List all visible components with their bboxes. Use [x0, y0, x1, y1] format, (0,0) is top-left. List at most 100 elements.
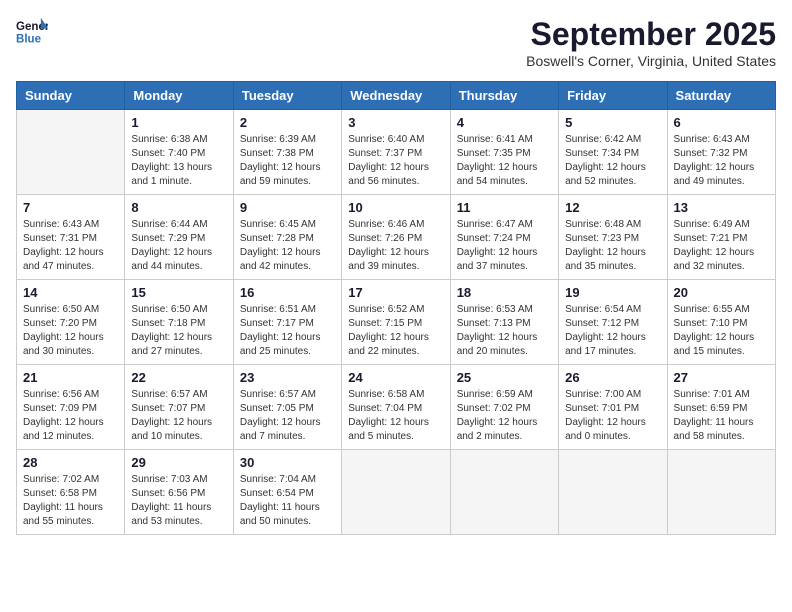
day-number: 24 — [348, 370, 443, 385]
calendar-cell: 6 Sunrise: 6:43 AMSunset: 7:32 PMDaylight… — [667, 110, 775, 195]
calendar-cell: 28 Sunrise: 7:02 AMSunset: 6:58 PMDayligh… — [17, 450, 125, 535]
logo: General Blue — [16, 16, 48, 48]
col-header-sunday: Sunday — [17, 82, 125, 110]
col-header-thursday: Thursday — [450, 82, 558, 110]
calendar-cell: 26Sunrise: 7:00 AMSunset: 7:01 PMDayligh… — [559, 365, 667, 450]
page-header: General Blue September 2025 Boswell's Co… — [16, 16, 776, 69]
day-number: 3 — [348, 115, 443, 130]
calendar-cell — [17, 110, 125, 195]
day-number: 7 — [23, 200, 118, 215]
day-number: 13 — [674, 200, 769, 215]
day-info: Sunrise: 6:56 AMSunset: 7:09 PMDaylight:… — [23, 388, 118, 444]
day-info: Sunrise: 7:04 AMSunset: 6:54 PMDaylight:… — [240, 473, 335, 529]
calendar-cell: 20 Sunrise: 6:55 AMSunset: 7:10 PMDayligh… — [667, 280, 775, 365]
week-row-1: 1Sunrise: 6:38 AMSunset: 7:40 PMDaylight… — [17, 110, 776, 195]
calendar-cell: 12Sunrise: 6:48 AMSunset: 7:23 PMDayligh… — [559, 195, 667, 280]
day-number: 29 — [131, 455, 226, 470]
calendar-cell: 27Sunrise: 7:01 AMSunset: 6:59 PMDayligh… — [667, 365, 775, 450]
col-header-monday: Monday — [125, 82, 233, 110]
calendar-cell: 21 Sunrise: 6:56 AMSunset: 7:09 PMDayligh… — [17, 365, 125, 450]
day-info: Sunrise: 7:03 AMSunset: 6:56 PMDaylight:… — [131, 473, 226, 529]
calendar-cell: 3 Sunrise: 6:40 AMSunset: 7:37 PMDaylight… — [342, 110, 450, 195]
calendar-cell: 9 Sunrise: 6:45 AMSunset: 7:28 PMDaylight… — [233, 195, 341, 280]
calendar-cell: 4 Sunrise: 6:41 AMSunset: 7:35 PMDaylight… — [450, 110, 558, 195]
day-info: Sunrise: 6:41 AMSunset: 7:35 PMDaylight:… — [457, 133, 552, 189]
day-number: 16 — [240, 285, 335, 300]
day-info: Sunrise: 6:44 AMSunset: 7:29 PMDaylight:… — [131, 218, 226, 274]
day-number: 8 — [131, 200, 226, 215]
day-info: Sunrise: 6:57 AMSunset: 7:05 PMDaylight:… — [240, 388, 335, 444]
day-info: Sunrise: 6:59 AMSunset: 7:02 PMDaylight:… — [457, 388, 552, 444]
calendar-cell: 11 Sunrise: 6:47 AMSunset: 7:24 PMDayligh… — [450, 195, 558, 280]
calendar-cell: 1Sunrise: 6:38 AMSunset: 7:40 PMDaylight… — [125, 110, 233, 195]
header-row: SundayMondayTuesdayWednesdayThursdayFrid… — [17, 82, 776, 110]
col-header-saturday: Saturday — [667, 82, 775, 110]
calendar-cell — [342, 450, 450, 535]
calendar-cell: 8 Sunrise: 6:44 AMSunset: 7:29 PMDaylight… — [125, 195, 233, 280]
calendar-cell: 18Sunrise: 6:53 AMSunset: 7:13 PMDayligh… — [450, 280, 558, 365]
calendar-cell: 29 Sunrise: 7:03 AMSunset: 6:56 PMDayligh… — [125, 450, 233, 535]
day-number: 6 — [674, 115, 769, 130]
calendar-cell: 15 Sunrise: 6:50 AMSunset: 7:18 PMDayligh… — [125, 280, 233, 365]
day-info: Sunrise: 6:50 AMSunset: 7:20 PMDaylight:… — [23, 303, 118, 359]
day-number: 9 — [240, 200, 335, 215]
day-number: 22 — [131, 370, 226, 385]
week-row-4: 21 Sunrise: 6:56 AMSunset: 7:09 PMDayligh… — [17, 365, 776, 450]
col-header-tuesday: Tuesday — [233, 82, 341, 110]
calendar-cell — [450, 450, 558, 535]
calendar-cell: 16 Sunrise: 6:51 AMSunset: 7:17 PMDayligh… — [233, 280, 341, 365]
day-number: 20 — [674, 285, 769, 300]
day-info: Sunrise: 7:01 AMSunset: 6:59 PMDaylight:… — [674, 388, 769, 444]
week-row-5: 28 Sunrise: 7:02 AMSunset: 6:58 PMDayligh… — [17, 450, 776, 535]
day-info: Sunrise: 6:43 AMSunset: 7:32 PMDaylight:… — [674, 133, 769, 189]
day-info: Sunrise: 6:39 AMSunset: 7:38 PMDaylight:… — [240, 133, 335, 189]
calendar-cell: 30Sunrise: 7:04 AMSunset: 6:54 PMDayligh… — [233, 450, 341, 535]
day-info: Sunrise: 6:46 AMSunset: 7:26 PMDaylight:… — [348, 218, 443, 274]
day-number: 2 — [240, 115, 335, 130]
day-number: 28 — [23, 455, 118, 470]
day-info: Sunrise: 6:40 AMSunset: 7:37 PMDaylight:… — [348, 133, 443, 189]
calendar-cell: 5 Sunrise: 6:42 AMSunset: 7:34 PMDaylight… — [559, 110, 667, 195]
location-title: Boswell's Corner, Virginia, United State… — [526, 53, 776, 69]
calendar-cell: 19 Sunrise: 6:54 AMSunset: 7:12 PMDayligh… — [559, 280, 667, 365]
col-header-friday: Friday — [559, 82, 667, 110]
logo-icon: General Blue — [16, 16, 48, 48]
day-number: 15 — [131, 285, 226, 300]
day-info: Sunrise: 6:55 AMSunset: 7:10 PMDaylight:… — [674, 303, 769, 359]
day-number: 5 — [565, 115, 660, 130]
col-header-wednesday: Wednesday — [342, 82, 450, 110]
day-info: Sunrise: 6:38 AMSunset: 7:40 PMDaylight:… — [131, 133, 226, 189]
week-row-2: 7 Sunrise: 6:43 AMSunset: 7:31 PMDaylight… — [17, 195, 776, 280]
svg-text:Blue: Blue — [16, 34, 42, 46]
day-info: Sunrise: 6:48 AMSunset: 7:23 PMDaylight:… — [565, 218, 660, 274]
day-info: Sunrise: 6:49 AMSunset: 7:21 PMDaylight:… — [674, 218, 769, 274]
calendar-cell: 7 Sunrise: 6:43 AMSunset: 7:31 PMDaylight… — [17, 195, 125, 280]
day-info: Sunrise: 6:58 AMSunset: 7:04 PMDaylight:… — [348, 388, 443, 444]
day-info: Sunrise: 6:52 AMSunset: 7:15 PMDaylight:… — [348, 303, 443, 359]
day-info: Sunrise: 7:00 AMSunset: 7:01 PMDaylight:… — [565, 388, 660, 444]
day-info: Sunrise: 7:02 AMSunset: 6:58 PMDaylight:… — [23, 473, 118, 529]
day-number: 19 — [565, 285, 660, 300]
day-info: Sunrise: 6:45 AMSunset: 7:28 PMDaylight:… — [240, 218, 335, 274]
day-info: Sunrise: 6:54 AMSunset: 7:12 PMDaylight:… — [565, 303, 660, 359]
calendar-cell: 23 Sunrise: 6:57 AMSunset: 7:05 PMDayligh… — [233, 365, 341, 450]
day-info: Sunrise: 6:50 AMSunset: 7:18 PMDaylight:… — [131, 303, 226, 359]
day-info: Sunrise: 6:51 AMSunset: 7:17 PMDaylight:… — [240, 303, 335, 359]
calendar-cell — [667, 450, 775, 535]
day-number: 11 — [457, 200, 552, 215]
calendar-cell: 17 Sunrise: 6:52 AMSunset: 7:15 PMDayligh… — [342, 280, 450, 365]
day-info: Sunrise: 6:42 AMSunset: 7:34 PMDaylight:… — [565, 133, 660, 189]
day-number: 4 — [457, 115, 552, 130]
day-number: 17 — [348, 285, 443, 300]
calendar-cell: 2 Sunrise: 6:39 AMSunset: 7:38 PMDaylight… — [233, 110, 341, 195]
day-info: Sunrise: 6:43 AMSunset: 7:31 PMDaylight:… — [23, 218, 118, 274]
calendar-table: SundayMondayTuesdayWednesdayThursdayFrid… — [16, 81, 776, 535]
day-number: 14 — [23, 285, 118, 300]
week-row-3: 14 Sunrise: 6:50 AMSunset: 7:20 PMDayligh… — [17, 280, 776, 365]
calendar-cell: 22Sunrise: 6:57 AMSunset: 7:07 PMDayligh… — [125, 365, 233, 450]
day-number: 10 — [348, 200, 443, 215]
day-number: 18 — [457, 285, 552, 300]
day-number: 23 — [240, 370, 335, 385]
day-number: 21 — [23, 370, 118, 385]
day-info: Sunrise: 6:47 AMSunset: 7:24 PMDaylight:… — [457, 218, 552, 274]
